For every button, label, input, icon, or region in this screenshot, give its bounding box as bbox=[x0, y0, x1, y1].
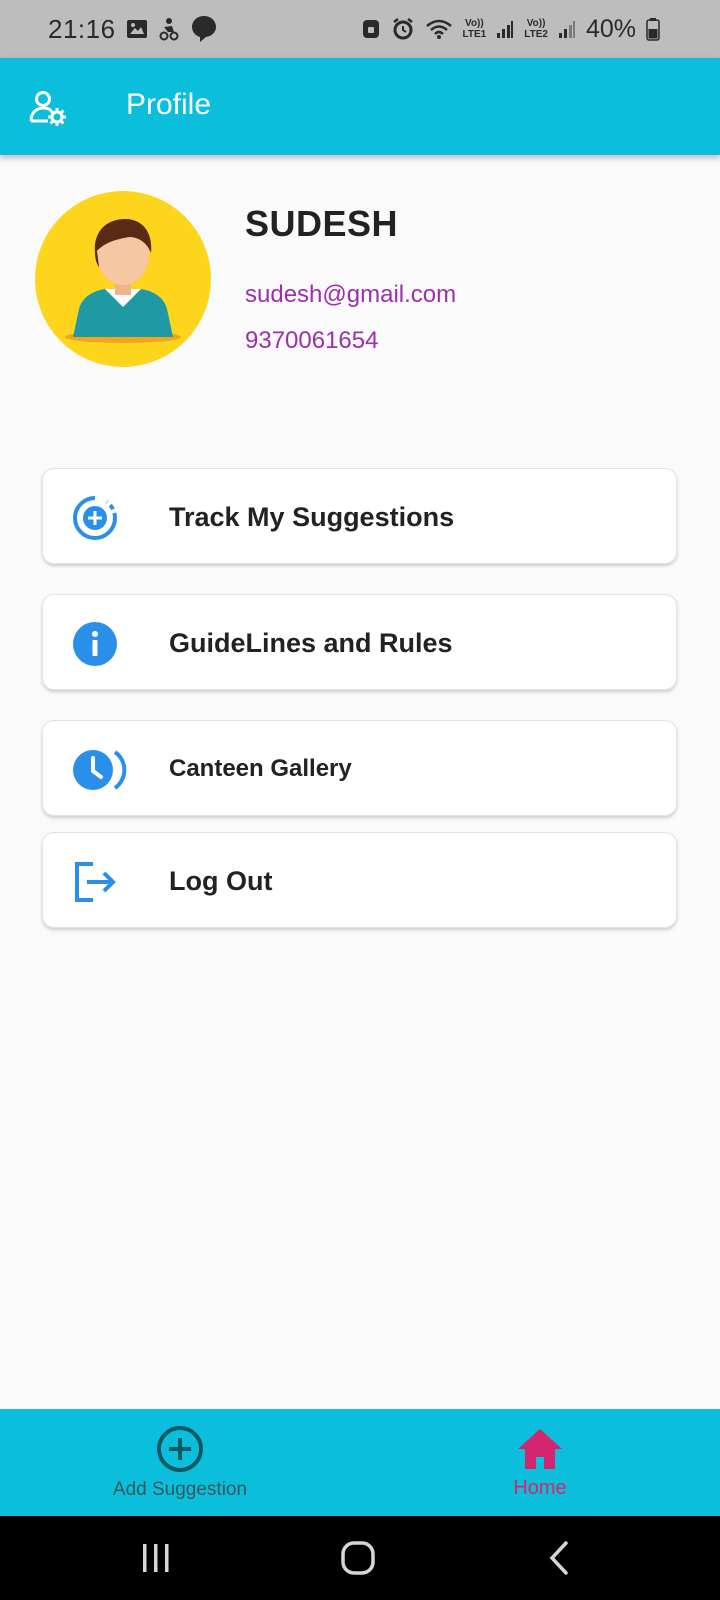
profile-name: SUDESH bbox=[245, 203, 399, 244]
target-plus-icon bbox=[71, 494, 119, 542]
back-icon[interactable] bbox=[538, 1538, 582, 1578]
menu-logout[interactable]: Log Out bbox=[42, 832, 677, 928]
nav-home[interactable]: Home bbox=[420, 1409, 660, 1516]
lte2-label: LTE2 bbox=[524, 29, 548, 40]
wifi-icon bbox=[425, 18, 453, 40]
battery-percent: 40% bbox=[585, 14, 636, 43]
nav-label: Add Suggestion bbox=[112, 1479, 248, 1500]
menu-label: GuideLines and Rules bbox=[169, 627, 453, 658]
alarm-icon bbox=[391, 17, 415, 41]
nav-add-suggestion[interactable]: Add Suggestion bbox=[60, 1409, 300, 1516]
menu-track-suggestions[interactable]: Track My Suggestions bbox=[42, 468, 677, 564]
clock-icon bbox=[71, 746, 127, 794]
speech-icon bbox=[190, 14, 218, 44]
volte-label: Vo)) bbox=[465, 18, 484, 29]
add-circle-icon bbox=[156, 1425, 204, 1473]
vpn-icon bbox=[361, 18, 381, 40]
bottom-nav: Add Suggestion Home bbox=[0, 1409, 720, 1516]
system-nav-bar bbox=[0, 1516, 720, 1600]
app-bar: Profile bbox=[0, 58, 720, 155]
volte-label: Vo)) bbox=[526, 18, 546, 29]
menu-canteen-gallery[interactable]: Canteen Gallery bbox=[42, 720, 677, 816]
page-title: Profile bbox=[126, 88, 212, 121]
lte1-icon: Vo)) LTE1 bbox=[463, 18, 487, 40]
gallery-icon bbox=[126, 18, 148, 40]
battery-icon bbox=[646, 17, 660, 41]
status-left: 21:16 bbox=[48, 14, 218, 45]
home-icon bbox=[516, 1425, 564, 1473]
menu-guidelines[interactable]: GuideLines and Rules bbox=[42, 594, 677, 690]
status-time: 21:16 bbox=[48, 13, 116, 44]
menu-label: Log Out bbox=[169, 865, 273, 896]
profile-phone[interactable]: 9370061654 bbox=[245, 327, 378, 355]
bike-icon bbox=[158, 17, 180, 41]
nav-label: Home bbox=[513, 1477, 567, 1499]
menu-label: Canteen Gallery bbox=[169, 755, 352, 782]
logout-icon bbox=[71, 858, 119, 906]
menu-label: Track My Suggestions bbox=[169, 501, 455, 532]
status-bar: 21:16 Vo)) LTE1 Vo)) LTE2 40% bbox=[0, 0, 720, 58]
status-right: Vo)) LTE1 Vo)) LTE2 40% bbox=[361, 15, 660, 44]
lte2-icon: Vo)) LTE2 bbox=[524, 18, 548, 40]
lte1-label: LTE1 bbox=[462, 29, 487, 40]
profile-email[interactable]: sudesh@gmail.com bbox=[245, 281, 456, 309]
signal-icon bbox=[558, 19, 576, 39]
signal-icon bbox=[496, 19, 514, 39]
user-settings-icon[interactable] bbox=[28, 88, 68, 128]
info-icon bbox=[71, 620, 119, 668]
avatar bbox=[35, 191, 211, 367]
recent-apps-icon[interactable] bbox=[134, 1538, 178, 1578]
home-button-icon[interactable] bbox=[336, 1538, 380, 1578]
